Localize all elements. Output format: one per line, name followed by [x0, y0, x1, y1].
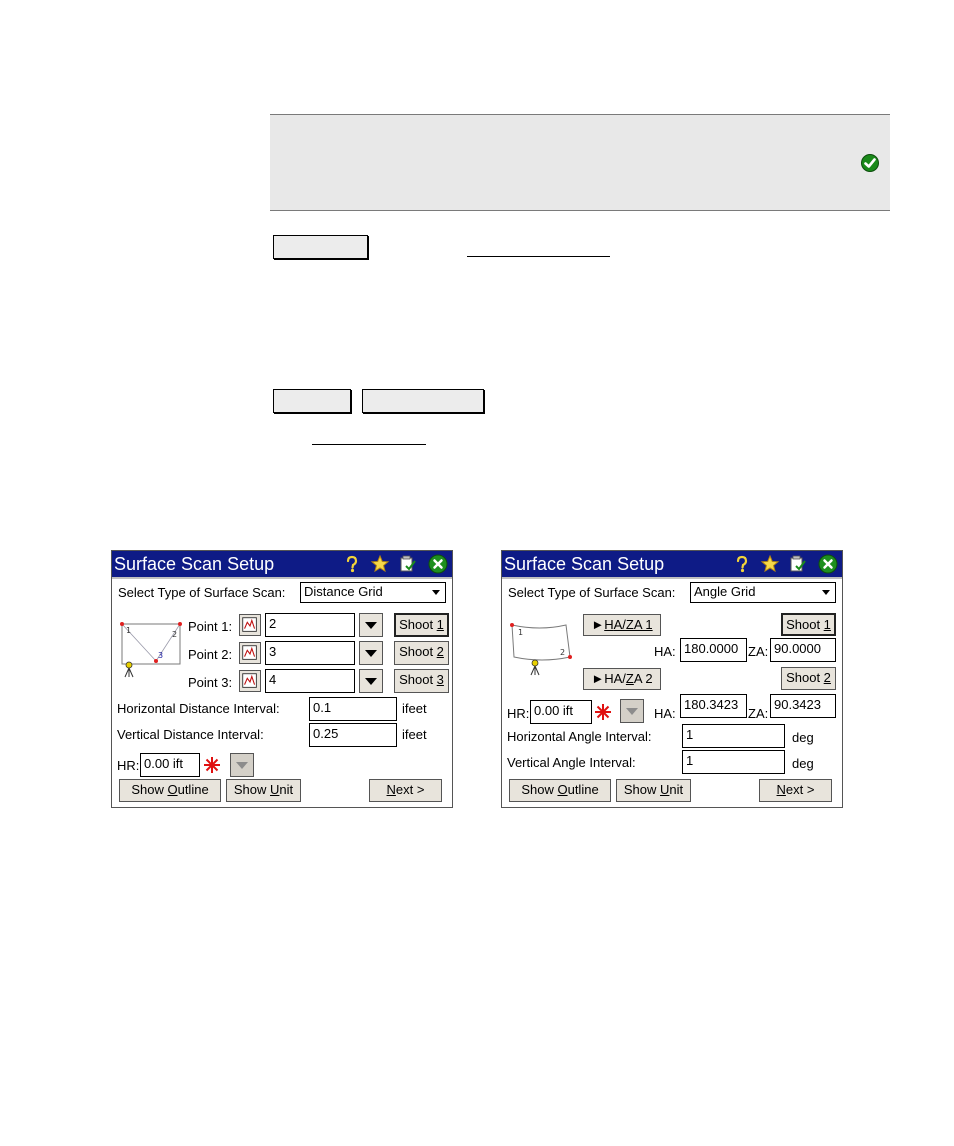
shoot-3-button[interactable]: Shoot 3 [394, 669, 449, 693]
diagram-label-2: 2 [172, 630, 177, 639]
point-1-label: Point 1: [188, 619, 233, 634]
diagram-label-1: 1 [518, 628, 523, 637]
ha-2-label: HA: [654, 706, 676, 721]
point-3-dropdown[interactable] [359, 669, 383, 693]
za-1-label: ZA: [748, 644, 769, 659]
chevron-down-icon [365, 622, 377, 629]
pick-point-3-icon[interactable] [239, 670, 261, 692]
point-1-input[interactable]: 2 [265, 613, 355, 637]
check-circle-icon [861, 154, 879, 172]
note-box [270, 115, 890, 211]
hr-dropdown[interactable] [230, 753, 254, 777]
favorites-icon[interactable] [370, 554, 390, 574]
shoot-1-button[interactable]: Shoot 1 [781, 613, 836, 636]
doc-button-1 [273, 235, 368, 259]
title-bar: Surface Scan Setup [502, 551, 842, 579]
point-3-label: Point 3: [188, 675, 233, 690]
prism-target-icon[interactable] [594, 703, 612, 721]
title-bar: Surface Scan Setup [112, 551, 452, 579]
scan-type-select[interactable]: Angle Grid [690, 582, 836, 603]
instrument-icon [124, 661, 134, 678]
help-icon[interactable] [342, 554, 362, 574]
scan-type-select[interactable]: Distance Grid [300, 582, 446, 603]
pick-point-1-icon[interactable] [239, 614, 261, 636]
h-interval-unit: ifeet [402, 701, 427, 716]
show-outline-button[interactable]: Show Outline [119, 779, 221, 802]
v-interval-unit: ifeet [402, 727, 427, 742]
doc-link-2 [312, 444, 426, 445]
window-title: Surface Scan Setup [504, 554, 665, 574]
ha-1-input[interactable]: 180.0000 [680, 638, 747, 662]
next-button[interactable]: Next > [369, 779, 442, 802]
scan-type-value: Distance Grid [304, 584, 383, 599]
point-2-input[interactable]: 3 [265, 641, 355, 665]
distance-grid-diagram: 1 2 3 [120, 622, 182, 678]
za-2-label: ZA: [748, 706, 769, 721]
ha-2-input[interactable]: 180.3423 [680, 694, 747, 718]
next-button[interactable]: Next > [759, 779, 832, 802]
doc-button-2 [273, 389, 351, 413]
diagram-label-2: 2 [560, 648, 565, 657]
chevron-down-icon [365, 678, 377, 685]
hr-input[interactable]: 0.00 ift [530, 700, 592, 724]
window-title: Surface Scan Setup [114, 554, 275, 574]
doc-link-1 [467, 256, 610, 257]
show-unit-button[interactable]: Show Unit [226, 779, 301, 802]
options-icon[interactable] [398, 554, 418, 574]
hr-label: HR: [507, 706, 530, 721]
close-icon[interactable] [428, 554, 448, 574]
v-interval-input[interactable]: 0.25 [309, 723, 397, 747]
point-2-label: Point 2: [188, 647, 233, 662]
chevron-down-icon [822, 590, 830, 595]
surface-scan-setup-distance-screen: Surface Scan Setup Select Type of Surfac… [111, 550, 453, 808]
chevron-down-icon [626, 708, 638, 715]
point-1-dropdown[interactable] [359, 613, 383, 637]
point-3-input[interactable]: 4 [265, 669, 355, 693]
haza-1-button[interactable]: ►HA/ZA 1 [583, 614, 661, 636]
surface-scan-setup-angle-screen: Surface Scan Setup Select Type of Surfac… [501, 550, 843, 808]
show-unit-button[interactable]: Show Unit [616, 779, 691, 802]
show-outline-button[interactable]: Show Outline [509, 779, 611, 802]
doc-button-3 [362, 389, 484, 413]
scan-type-value: Angle Grid [694, 584, 756, 599]
chevron-down-icon [365, 650, 377, 657]
angle-grid-diagram: 1 2 [510, 623, 572, 676]
caret-right-icon: ► [591, 617, 605, 632]
diagram-label-3: 3 [158, 651, 163, 660]
h-interval-label: Horizontal Distance Interval: [117, 701, 280, 716]
h-interval-unit: deg [792, 730, 814, 745]
caret-right-icon: ► [591, 671, 605, 686]
za-2-input[interactable]: 90.3423 [770, 694, 836, 718]
h-interval-input[interactable]: 0.1 [309, 697, 397, 721]
v-interval-label: Vertical Angle Interval: [507, 755, 636, 770]
hr-label: HR: [117, 758, 140, 773]
instrument-icon [530, 659, 540, 676]
chevron-down-icon [432, 590, 440, 595]
help-icon[interactable] [732, 554, 752, 574]
hr-dropdown[interactable] [620, 699, 644, 723]
options-icon[interactable] [788, 554, 808, 574]
h-interval-label: Horizontal Angle Interval: [507, 729, 652, 744]
scan-type-label: Select Type of Surface Scan: [508, 585, 676, 600]
v-interval-label: Vertical Distance Interval: [117, 727, 264, 742]
shoot-1-button[interactable]: Shoot 1 [394, 613, 449, 637]
prism-target-icon[interactable] [203, 756, 221, 774]
shoot-2-button[interactable]: Shoot 2 [394, 641, 449, 665]
close-icon[interactable] [818, 554, 838, 574]
favorites-icon[interactable] [760, 554, 780, 574]
h-interval-input[interactable]: 1 [682, 724, 785, 748]
v-interval-input[interactable]: 1 [682, 750, 785, 774]
point-2-dropdown[interactable] [359, 641, 383, 665]
chevron-down-icon [236, 762, 248, 769]
diagram-label-1: 1 [126, 626, 131, 635]
scan-type-label: Select Type of Surface Scan: [118, 585, 286, 600]
pick-point-2-icon[interactable] [239, 642, 261, 664]
haza-2-button[interactable]: ►HA/ZA 2 [583, 668, 661, 690]
shoot-2-button[interactable]: Shoot 2 [781, 667, 836, 690]
ha-1-label: HA: [654, 644, 676, 659]
za-1-input[interactable]: 90.0000 [770, 638, 836, 662]
hr-input[interactable]: 0.00 ift [140, 753, 200, 777]
v-interval-unit: deg [792, 756, 814, 771]
